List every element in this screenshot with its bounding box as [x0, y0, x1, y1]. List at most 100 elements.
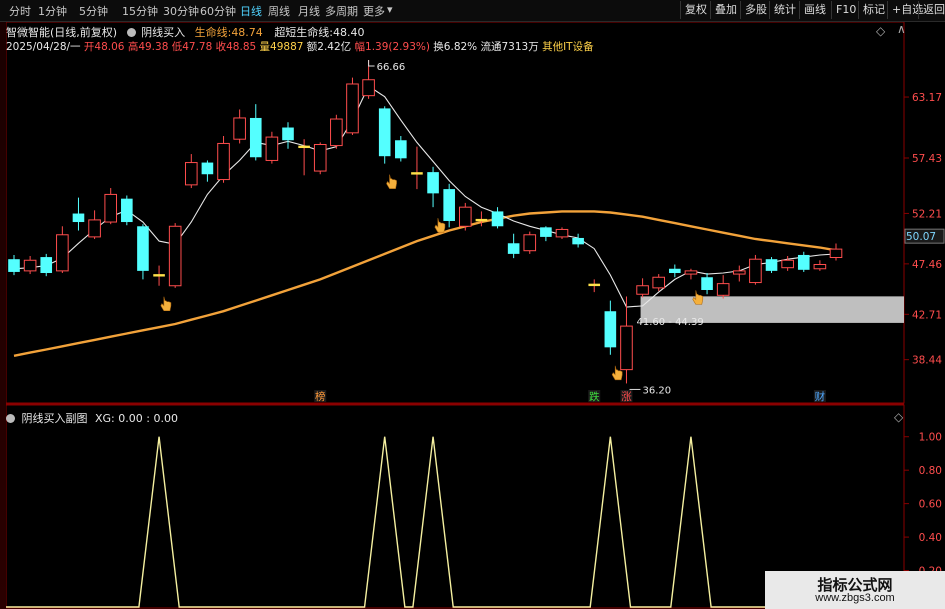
toolbar-button-3[interactable]: 统计 [769, 1, 800, 19]
settings-icon[interactable] [126, 28, 136, 37]
toolbar-button-0[interactable]: 复权 [680, 1, 711, 19]
candle-up [652, 276, 666, 289]
candle-up [233, 117, 246, 140]
candle-up [23, 259, 37, 272]
toolbar-button-2[interactable]: 多股 [740, 1, 771, 19]
tab-1[interactable]: 1分钟 [38, 3, 67, 19]
tab-7[interactable]: 周线 [268, 3, 290, 19]
high-label: 高 [127, 41, 139, 53]
candle-doji [411, 172, 423, 175]
tab-9[interactable]: 多周期 [325, 3, 358, 19]
collapse-icon[interactable]: ∧ [897, 22, 906, 36]
change-value: 1.39(2.93%) [365, 41, 430, 53]
open-value: 48.06 [94, 41, 125, 53]
candle-doji [153, 274, 165, 277]
diamond-icon[interactable]: ◇ [876, 24, 885, 38]
toolbar-button-1[interactable]: 叠加 [710, 1, 741, 19]
candle-up [716, 283, 730, 296]
y-tick-label: 47.46 [912, 259, 942, 271]
super-line-value: 48.40 [333, 26, 365, 39]
current-price-label: 50.07 [906, 231, 936, 243]
candle-down [72, 213, 85, 223]
candle-up [749, 258, 762, 284]
candle-doji [588, 283, 601, 287]
toolbar-button-6[interactable]: 标记 [858, 1, 889, 19]
toolbar-button-5[interactable]: F10 [831, 1, 860, 19]
candle-down [572, 237, 584, 245]
y-tick-label: 38.44 [912, 355, 942, 367]
annotation-marker [368, 59, 375, 67]
candle-down [701, 277, 713, 290]
candle-down [249, 117, 262, 158]
sub-y-tick-label: 0.40 [919, 532, 942, 544]
watermark-url: www.zbgs3.com [815, 592, 895, 604]
candle-up [555, 228, 569, 238]
date: 2025/04/28/一 [6, 41, 81, 53]
y-tick-label: 42.71 [912, 309, 942, 321]
close-label: 收 [215, 41, 227, 53]
tab-8[interactable]: 月线 [298, 3, 320, 19]
y-tick-label: 63.17 [912, 92, 942, 104]
event-label-2: 涨 [621, 391, 632, 403]
hand-shape [160, 296, 172, 312]
super-short-line [13, 85, 837, 308]
more-caret-icon[interactable]: ▾ [387, 3, 393, 16]
tab-10[interactable]: 更多 [363, 3, 385, 19]
high-value: 49.38 [138, 41, 169, 53]
candle-down [443, 189, 455, 221]
sub-chart-header: 阴线买入副图 XG: 0.00 : 0.00 [6, 410, 178, 426]
toolbar-button-4[interactable]: 画线 [799, 1, 830, 19]
candle-up [620, 325, 633, 371]
volume-value: 49887 [270, 41, 304, 53]
chart-canvas[interactable]: 63.17 57.43 52.21 47.46 42.71 38.44 50.07 66.66… [0, 0, 945, 609]
tab-5[interactable]: 60分钟 [200, 3, 236, 19]
candle-up [217, 142, 230, 181]
tab-2[interactable]: 5分钟 [79, 3, 108, 19]
candle-up [684, 270, 698, 275]
annotation-high: 66.66 [377, 62, 406, 73]
period-toolbar: 分时 1分钟 5分钟 15分钟 30分钟 60分钟 日线 周线 月线 多周期 更多 ▾ 复权 叠加 多股 统计… [0, 0, 945, 22]
candle-down [282, 127, 294, 141]
toolbar-button-8[interactable]: 返回 [918, 1, 945, 19]
candle-up [265, 136, 279, 161]
y-tick-label: 57.43 [912, 153, 942, 165]
sector-name[interactable]: 其他IT设备 [542, 41, 594, 53]
sub-chart-value: XG: 0.00 : 0.00 [95, 412, 178, 425]
candle-doji [475, 218, 488, 222]
life-line-label: 生命线: [194, 26, 232, 39]
candle-up [813, 264, 827, 270]
candle-up [56, 234, 69, 272]
float-value: 7313万 [501, 41, 539, 53]
tab-4[interactable]: 30分钟 [163, 3, 199, 19]
tab-0[interactable]: 分时 [9, 3, 31, 19]
candle-up [88, 219, 101, 238]
float-label: 流通 [480, 41, 502, 53]
tab-6[interactable]: 日线 [240, 3, 262, 19]
y-tick-label: 52.21 [912, 208, 942, 220]
indicator-name[interactable]: 阴线买入 [141, 26, 185, 39]
header-line-1: 智微智能(日线,前复权) 阴线买入 生命线:48.74 超短生命线:48.40 [6, 24, 365, 40]
left-scroll-strip[interactable] [0, 22, 6, 609]
candle-up [330, 118, 343, 147]
hand-pointer-icon [386, 174, 397, 189]
diamond-icon[interactable]: ◇ [894, 410, 903, 424]
volume-label: 量 [259, 41, 271, 53]
candle-down [491, 211, 504, 227]
turnover-value: 6.82% [443, 41, 478, 53]
turnover-label: 换 [433, 41, 444, 53]
candle-down [40, 257, 53, 274]
settings-icon[interactable] [6, 414, 15, 423]
amount-value: 2.42亿 [317, 41, 352, 53]
tab-3[interactable]: 15分钟 [122, 3, 158, 19]
candle-up [362, 79, 375, 97]
candle-up [104, 193, 118, 223]
low-label: 低 [171, 41, 183, 53]
candle-down [797, 254, 810, 270]
main-chart-frame [5, 21, 905, 404]
candle-down [765, 259, 778, 271]
candle-down [604, 311, 617, 348]
amount-label: 额 [306, 41, 318, 53]
low-value: 47.78 [182, 41, 213, 53]
annotation-low: 36.20 [642, 385, 671, 396]
life-line-value: 48.74 [231, 26, 263, 39]
